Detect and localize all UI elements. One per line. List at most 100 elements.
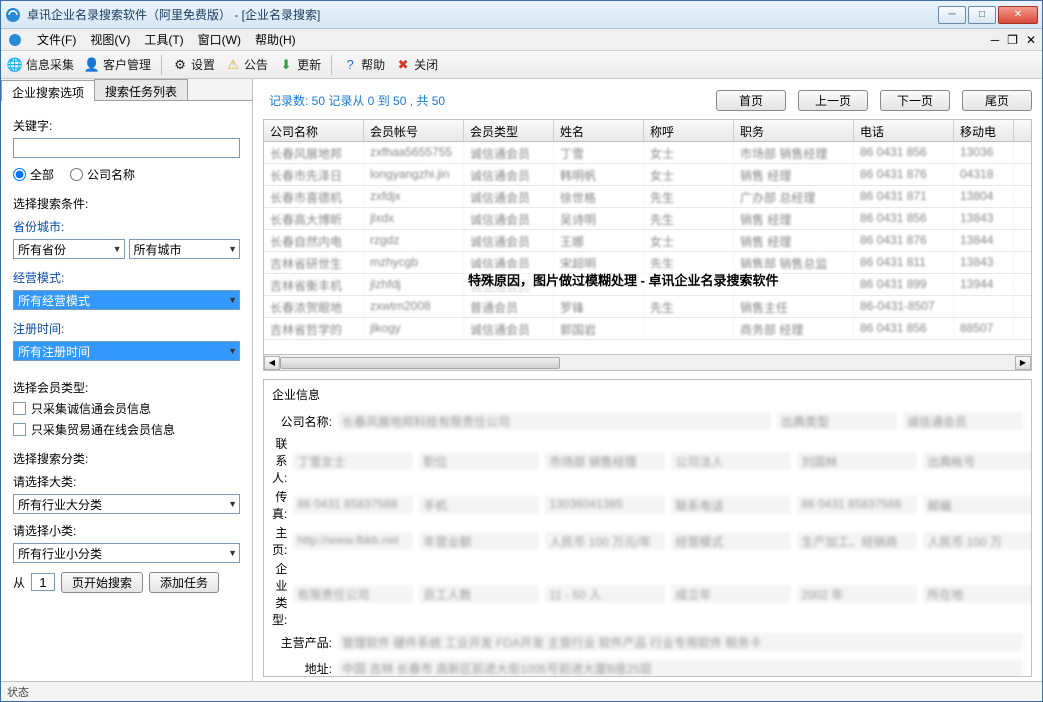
close-button[interactable]: ✕ xyxy=(998,6,1038,24)
column-header[interactable]: 职务 xyxy=(734,120,854,141)
lbl-company: 公司名称: xyxy=(272,413,332,430)
prev-page-button[interactable]: 上一页 xyxy=(798,90,868,111)
big-cat-label: 请选择大类: xyxy=(13,473,240,490)
lbl-contact: 联系人: xyxy=(272,435,287,486)
column-header[interactable]: 公司名称 xyxy=(264,120,364,141)
minimize-button[interactable]: ─ xyxy=(938,6,966,24)
column-header[interactable]: 会员类型 xyxy=(464,120,554,141)
chk-chengxin[interactable]: 只采集诚信通会员信息 xyxy=(13,400,240,417)
province-label: 省份城市: xyxy=(13,218,240,235)
column-header[interactable]: 会员帐号 xyxy=(364,120,464,141)
menu-file[interactable]: 文件(F) xyxy=(37,31,76,48)
mdi-close-icon[interactable]: ✕ xyxy=(1026,33,1036,47)
bizmode-combo[interactable]: 所有经营模式▼ xyxy=(13,290,240,310)
big-cat-combo[interactable]: 所有行业大分类▼ xyxy=(13,494,240,514)
help-icon: ? xyxy=(342,57,358,73)
page-prefix: 从 xyxy=(13,574,25,591)
scroll-left-button[interactable]: ◀ xyxy=(264,356,280,370)
toolbar: 🌐信息采集 👤客户管理 ⚙设置 ⚠公告 ⬇更新 ?帮助 ✖关闭 xyxy=(1,51,1042,79)
record-info: 记录数: 50 记录从 0 到 50 , 共 50 xyxy=(263,92,716,109)
menu-window[interactable]: 窗口(W) xyxy=(198,31,241,48)
tool-close[interactable]: ✖关闭 xyxy=(395,56,438,73)
globe-icon: 🌐 xyxy=(7,57,23,73)
column-header[interactable]: 称呼 xyxy=(644,120,734,141)
menu-view[interactable]: 视图(V) xyxy=(90,31,130,48)
column-header[interactable]: 电话 xyxy=(854,120,954,141)
tool-customer[interactable]: 👤客户管理 xyxy=(84,56,151,73)
menu-help[interactable]: 帮助(H) xyxy=(255,31,296,48)
tool-help[interactable]: ?帮助 xyxy=(342,56,385,73)
category-label: 选择搜索分类: xyxy=(13,450,240,467)
page-input[interactable] xyxy=(31,573,55,591)
tool-collect[interactable]: 🌐信息采集 xyxy=(7,56,74,73)
scroll-right-button[interactable]: ▶ xyxy=(1015,356,1031,370)
close-icon: ✖ xyxy=(395,57,411,73)
separator xyxy=(331,55,332,75)
keyword-input[interactable] xyxy=(13,138,240,158)
table-row[interactable]: 长春浓贺眼地zxwtm2008普通会员罗锋先生销售主任86-0431-8507 xyxy=(264,296,1031,318)
left-tabs: 企业搜索选项 搜索任务列表 xyxy=(1,79,252,101)
warning-icon: ⚠ xyxy=(225,57,241,73)
titlebar: 卓讯企业名录搜索软件（阿里免费版） - [企业名录搜索] ─ □ ✕ xyxy=(1,1,1042,29)
detail-title: 企业信息 xyxy=(272,386,1023,403)
statusbar: 状态 xyxy=(1,681,1042,701)
start-search-button[interactable]: 页开始搜索 xyxy=(61,572,143,593)
next-page-button[interactable]: 下一页 xyxy=(880,90,950,111)
radio-all[interactable]: 全部 xyxy=(13,166,54,183)
column-header[interactable]: 移动电 xyxy=(954,120,1014,141)
chk-maoyi[interactable]: 只采集贸易通在线会员信息 xyxy=(13,421,240,438)
lbl-homepage: 主页: xyxy=(272,524,287,558)
table-row[interactable]: 长春市喜德机zxfdjx诚信通会员徐世格先生广办部 总经理86 0431 871… xyxy=(264,186,1031,208)
chevron-down-icon: ▼ xyxy=(113,244,122,254)
keyword-label: 关键字: xyxy=(13,117,240,134)
window-title: 卓讯企业名录搜索软件（阿里免费版） - [企业名录搜索] xyxy=(27,6,938,23)
maximize-button[interactable]: □ xyxy=(968,6,996,24)
member-type-label: 选择会员类型: xyxy=(13,379,240,396)
tab-task-list[interactable]: 搜索任务列表 xyxy=(94,79,188,100)
chevron-down-icon: ▼ xyxy=(228,548,237,558)
small-cat-label: 请选择小类: xyxy=(13,522,240,539)
table-row[interactable]: 长春高大博昕jlxdx诚信通会员吴诗明先生销售 经理86 0431 856138… xyxy=(264,208,1031,230)
table-row[interactable]: 吉林省哲学的jlkogy诚信通会员郭国岩商务部 经理86 0431 856885… xyxy=(264,318,1031,340)
lbl-address: 地址: xyxy=(272,660,332,677)
city-combo[interactable]: 所有城市▼ xyxy=(129,239,241,259)
table-row[interactable]: 长春自然内电rzgdz诚信通会员王娜女士销售 经理86 0431 8761384… xyxy=(264,230,1031,252)
tab-search-options[interactable]: 企业搜索选项 xyxy=(1,80,95,101)
last-page-button[interactable]: 尾页 xyxy=(962,90,1032,111)
chevron-down-icon: ▼ xyxy=(228,244,237,254)
menu-tool[interactable]: 工具(T) xyxy=(144,31,183,48)
add-task-button[interactable]: 添加任务 xyxy=(149,572,219,593)
download-icon: ⬇ xyxy=(278,57,294,73)
table-row[interactable]: 长春风展地邦zxfhaa5655755诚信通会员丁雪女士市场部 销售经理86 0… xyxy=(264,142,1031,164)
small-cat-combo[interactable]: 所有行业小分类▼ xyxy=(13,543,240,563)
conditions-label: 选择搜索条件: xyxy=(13,195,240,212)
blur-notice-overlay: 特殊原因，图片做过模糊处理 - 卓讯企业名录搜索软件 xyxy=(464,268,783,291)
tool-update[interactable]: ⬇更新 xyxy=(278,56,321,73)
tool-notice[interactable]: ⚠公告 xyxy=(225,56,268,73)
app-icon-small xyxy=(7,32,23,48)
mdi-restore-icon[interactable]: ❐ xyxy=(1007,33,1018,47)
separator xyxy=(161,55,162,75)
regtime-label: 注册时间: xyxy=(13,320,240,337)
lbl-type: 企业类型: xyxy=(272,560,287,628)
mdi-minimize-icon[interactable]: ─ xyxy=(991,33,1000,47)
tool-settings[interactable]: ⚙设置 xyxy=(172,56,215,73)
regtime-combo[interactable]: 所有注册时间▼ xyxy=(13,341,240,361)
bizmode-label: 经营模式: xyxy=(13,269,240,286)
right-panel: 记录数: 50 记录从 0 到 50 , 共 50 首页 上一页 下一页 尾页 … xyxy=(253,79,1042,681)
radio-company-name[interactable]: 公司名称 xyxy=(70,166,135,183)
company-detail: 企业信息 公司名称:长春风展地邦科技有限责任公司出典类型诚信通会员 联系人:丁雪… xyxy=(263,379,1032,677)
scroll-thumb[interactable] xyxy=(280,357,560,369)
left-panel: 企业搜索选项 搜索任务列表 关键字: 全部 公司名称 选择搜索条件: 省份城市:… xyxy=(1,79,253,681)
table-row[interactable]: 长春市先泽日longyangzhi.jin诚信通会员韩明帆女士销售 经理86 0… xyxy=(264,164,1031,186)
province-combo[interactable]: 所有省份▼ xyxy=(13,239,125,259)
lbl-fax: 传真: xyxy=(272,488,287,522)
chevron-down-icon: ▼ xyxy=(228,295,237,305)
chevron-down-icon: ▼ xyxy=(228,499,237,509)
chevron-down-icon: ▼ xyxy=(228,346,237,356)
gear-icon: ⚙ xyxy=(172,57,188,73)
first-page-button[interactable]: 首页 xyxy=(716,90,786,111)
horizontal-scrollbar[interactable]: ◀ ▶ xyxy=(263,355,1032,371)
column-header[interactable]: 姓名 xyxy=(554,120,644,141)
user-icon: 👤 xyxy=(84,57,100,73)
